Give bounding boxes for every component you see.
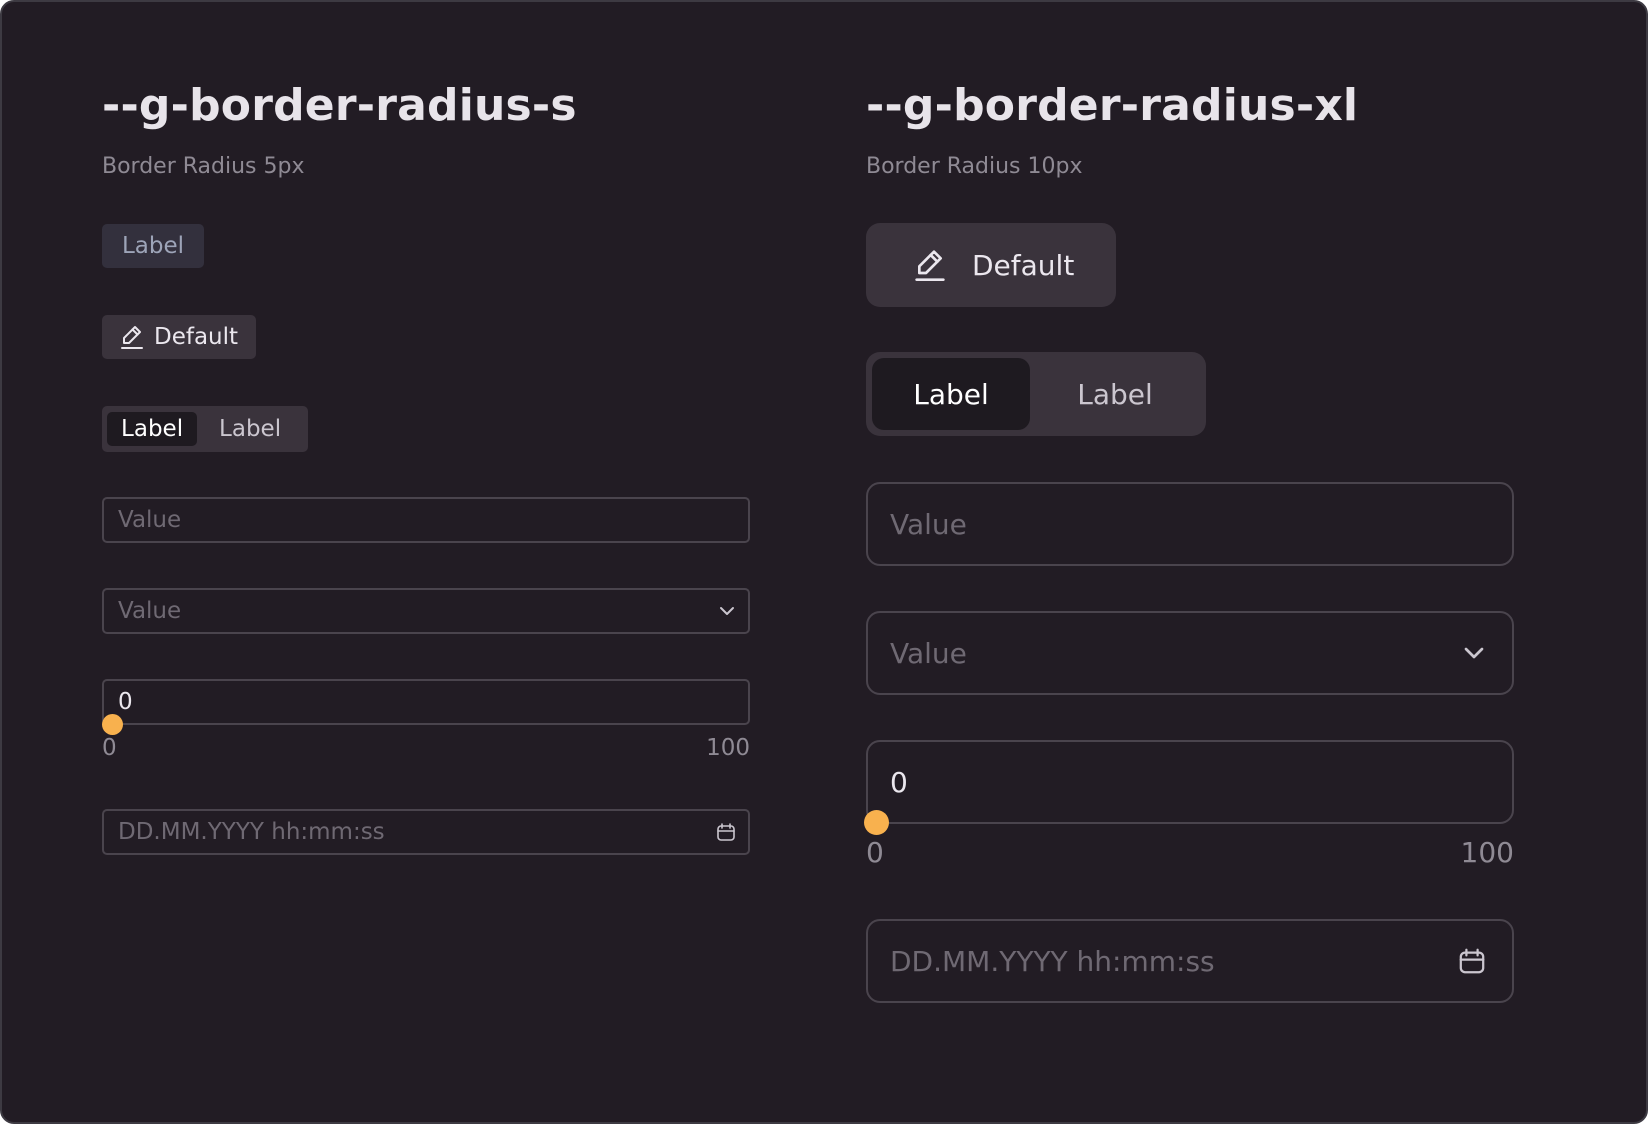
slider-value: 0 [890,765,908,799]
segment-option-1[interactable]: Label [872,358,1030,430]
slider-min-label: 0 [866,836,884,869]
datetime-input[interactable]: DD.MM.YYYY hh:mm:ss [102,809,750,855]
segment-option-2[interactable]: Label [197,412,303,446]
slider-handle[interactable] [102,714,123,735]
segmented-control-xl: Label Label [866,352,1206,436]
slider-handle[interactable] [864,810,889,835]
segment-option-1[interactable]: Label [107,412,198,446]
radius-s-subtitle: Border Radius 5px [102,154,305,179]
pencil-icon [120,324,144,350]
default-button-xl[interactable]: Default [866,223,1116,307]
segment-option-2[interactable]: Label [1030,358,1200,430]
default-button[interactable]: Default [102,315,256,359]
select-field-xl[interactable]: Value [866,611,1514,695]
text-input[interactable]: Value [102,497,750,543]
calendar-icon[interactable] [716,822,736,842]
select-placeholder: Value [890,636,967,670]
label-chip: Label [102,224,204,268]
slider-value: 0 [118,689,133,715]
text-input-xl[interactable]: Value [866,482,1514,566]
slider-max-label: 100 [706,735,750,761]
pencil-icon [914,247,946,283]
text-input-placeholder: Value [890,507,967,541]
slider-max-label: 100 [1460,836,1514,869]
slider-input[interactable]: 0 [102,679,750,725]
chevron-down-icon [718,605,736,617]
default-button-label: Default [154,324,239,350]
segmented-control: Label Label [102,406,308,452]
radius-xl-title: --g-border-radius-xl [866,80,1359,131]
select-placeholder: Value [118,598,182,624]
select-field[interactable]: Value [102,588,750,634]
default-button-xl-label: Default [972,248,1075,282]
slider-input-xl[interactable]: 0 [866,740,1514,824]
label-chip-text: Label [121,233,185,259]
showcase-frame: --g-border-radius-s Border Radius 5px La… [0,0,1648,1124]
chevron-down-icon [1462,645,1486,661]
radius-xl-subtitle: Border Radius 10px [866,154,1083,179]
datetime-input-xl[interactable]: DD.MM.YYYY hh:mm:ss [866,919,1514,1003]
radius-s-title: --g-border-radius-s [102,80,577,131]
slider-min-label: 0 [102,735,117,761]
text-input-placeholder: Value [118,507,182,533]
datetime-placeholder: DD.MM.YYYY hh:mm:ss [118,819,385,845]
datetime-placeholder: DD.MM.YYYY hh:mm:ss [890,944,1215,978]
calendar-icon[interactable] [1458,947,1486,975]
